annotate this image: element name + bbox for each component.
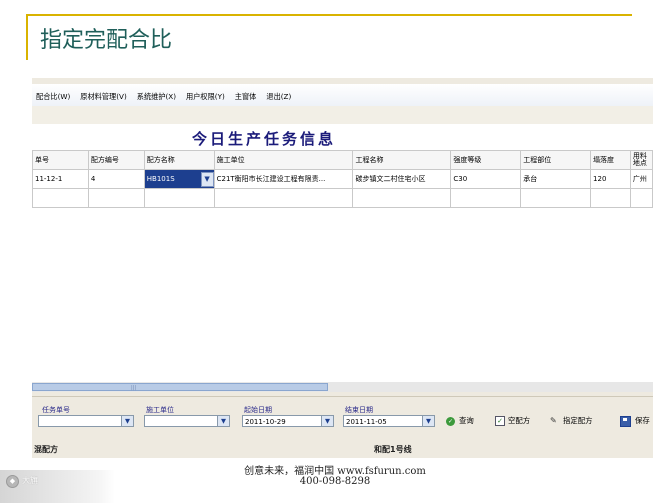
cell-part[interactable]: 承台 bbox=[520, 169, 592, 189]
start-date-picker[interactable]: 2011-10-29 ▼ bbox=[242, 415, 334, 427]
col-header-location[interactable]: 用料地点 bbox=[629, 150, 653, 170]
section-label-right: 和配1号线 bbox=[374, 445, 412, 454]
empty-cell[interactable] bbox=[590, 188, 631, 208]
menu-item-exit[interactable]: 退出(Z) bbox=[266, 86, 291, 108]
toolbar-strip bbox=[32, 106, 653, 125]
menu-item-main-window[interactable]: 主窗体 bbox=[235, 86, 257, 108]
recipe-name-select[interactable]: HB101S ▼ bbox=[145, 171, 214, 187]
table-header-row: 单号 配方编号 配方名称 施工单位 工程名称 强度等级 工程部位 塌落度 用料地… bbox=[32, 150, 653, 170]
col-header-order-no[interactable]: 单号 bbox=[32, 150, 89, 170]
menu-item-system[interactable]: 系统维护(X) bbox=[137, 86, 176, 108]
checkbox-checked-icon: ✓ bbox=[495, 416, 505, 426]
col-header-slump[interactable]: 塌落度 bbox=[590, 150, 631, 170]
col-header-recipe-name[interactable]: 配方名称 bbox=[143, 150, 215, 170]
chevron-down-icon[interactable]: ▼ bbox=[121, 416, 133, 426]
pen-icon: ✎ bbox=[550, 416, 557, 425]
grid-title: 今日生产任务信息 bbox=[192, 130, 337, 148]
cell-recipe-no[interactable]: 4 bbox=[87, 169, 145, 189]
col-header-project[interactable]: 工程名称 bbox=[352, 150, 452, 170]
start-date-value: 2011-10-29 bbox=[245, 418, 286, 426]
cell-project[interactable]: 碳步镇文二村住宅小区 bbox=[352, 169, 452, 189]
save-label: 保存 bbox=[635, 416, 650, 425]
chevron-down-icon[interactable]: ▼ bbox=[217, 416, 229, 426]
cell-location[interactable]: 广州 bbox=[629, 169, 653, 189]
slide-accent-bar bbox=[26, 14, 28, 60]
floppy-disk-icon bbox=[620, 415, 631, 427]
grip-icon: ||| bbox=[131, 385, 137, 391]
end-date-value: 2011-11-05 bbox=[346, 418, 387, 426]
empty-cell[interactable] bbox=[450, 188, 522, 208]
query-label: 查询 bbox=[459, 416, 474, 425]
task-no-select[interactable]: ▼ bbox=[38, 415, 134, 427]
empty-cell[interactable] bbox=[520, 188, 592, 208]
cell-contractor[interactable]: C21T衡阳市长江建设工程有限责... bbox=[213, 169, 354, 189]
task-no-label: 任务单号 bbox=[42, 406, 70, 414]
chevron-down-icon[interactable]: ▼ bbox=[422, 416, 434, 426]
recipe-name-value: HB101S bbox=[146, 175, 175, 183]
scrollbar-thumb[interactable]: ||| bbox=[32, 383, 328, 391]
slide-accent-line bbox=[26, 14, 632, 16]
section-label-left: 混配方 bbox=[34, 445, 58, 454]
menu-item-materials[interactable]: 原材料管理(V) bbox=[80, 86, 126, 108]
chevron-down-icon[interactable]: ▼ bbox=[200, 172, 214, 187]
assign-recipe-label: 指定配方 bbox=[563, 416, 593, 425]
col-header-recipe-no[interactable]: 配方编号 bbox=[87, 150, 145, 170]
empty-cell[interactable] bbox=[32, 188, 89, 208]
menu-bar: 配合比(W) 原材料管理(V) 系统维护(X) 用户权限(Y) 主窗体 退出(Z) bbox=[32, 84, 653, 107]
task-grid-panel: 今日生产任务信息 单号 配方编号 配方名称 施工单位 工程名称 强度等级 工程部… bbox=[32, 124, 653, 382]
slide-title: 指定完配合比 bbox=[40, 28, 173, 53]
cell-slump[interactable]: 120 bbox=[590, 169, 631, 189]
menu-item-permissions[interactable]: 用户权限(Y) bbox=[186, 86, 225, 108]
col-header-strength[interactable]: 强度等级 bbox=[450, 150, 522, 170]
contractor-label: 施工单位 bbox=[146, 406, 174, 414]
empty-cell[interactable] bbox=[87, 188, 145, 208]
save-button[interactable]: 保存 bbox=[620, 415, 650, 427]
empty-recipe-label: 空配方 bbox=[508, 416, 531, 425]
empty-recipe-checkbox[interactable]: ✓ 空配方 bbox=[495, 415, 530, 427]
empty-cell[interactable] bbox=[143, 188, 215, 208]
empty-cell[interactable] bbox=[352, 188, 452, 208]
query-button[interactable]: ✓ 查询 bbox=[446, 415, 474, 427]
check-circle-icon: ✓ bbox=[446, 416, 455, 426]
empty-cell[interactable] bbox=[213, 188, 354, 208]
col-header-part[interactable]: 工程部位 bbox=[520, 150, 592, 170]
chevron-down-icon[interactable]: ▼ bbox=[321, 416, 333, 426]
col-header-contractor[interactable]: 施工单位 bbox=[213, 150, 354, 170]
assign-recipe-button[interactable]: ✎ 指定配方 bbox=[550, 415, 593, 427]
footer-phone: 400-098-8298 bbox=[299, 476, 371, 487]
horizontal-scrollbar[interactable]: ||| bbox=[32, 382, 653, 392]
table-row[interactable]: 11-12-1 4 HB101S ▼ C21T衡阳市长江建设工程有限责... 碳… bbox=[32, 169, 653, 189]
cell-recipe-name[interactable]: HB101S ▼ bbox=[143, 169, 215, 189]
task-table: 单号 配方编号 配方名称 施工单位 工程名称 强度等级 工程部位 塌落度 用料地… bbox=[32, 150, 653, 208]
menu-item-recipe[interactable]: 配合比(W) bbox=[36, 86, 70, 108]
table-row-empty[interactable] bbox=[32, 188, 653, 208]
footer-slogan: 创意未来，福润中国 www.fsfurun.com bbox=[244, 466, 426, 477]
end-date-label: 结束日期 bbox=[345, 406, 373, 414]
filter-panel: 任务单号 ▼ 施工单位 ▼ 起始日期 2011-10-29 ▼ 结束日期 201… bbox=[32, 396, 653, 458]
cell-strength[interactable]: C30 bbox=[450, 169, 522, 189]
contractor-select[interactable]: ▼ bbox=[144, 415, 230, 427]
empty-cell[interactable] bbox=[629, 188, 653, 208]
app-window: 配合比(W) 原材料管理(V) 系统维护(X) 用户权限(Y) 主窗体 退出(Z) 今日生… bbox=[32, 78, 653, 458]
end-date-picker[interactable]: 2011-11-05 ▼ bbox=[343, 415, 435, 427]
start-date-label: 起始日期 bbox=[244, 406, 272, 414]
cell-order-no[interactable]: 11-12-1 bbox=[32, 169, 89, 189]
